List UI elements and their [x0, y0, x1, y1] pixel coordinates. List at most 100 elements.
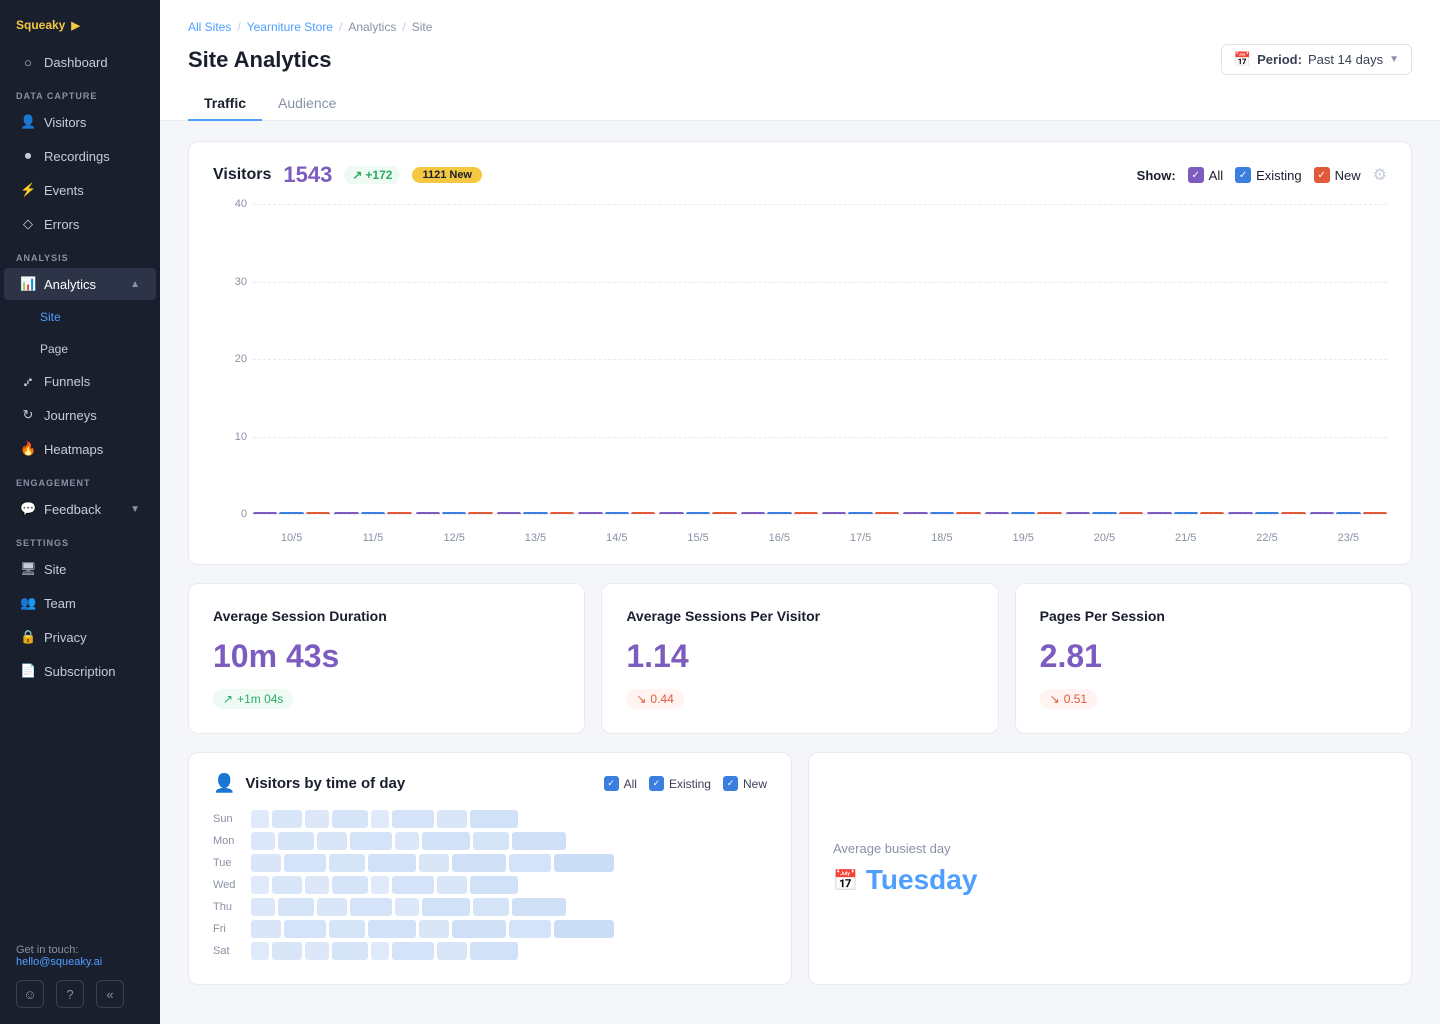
sidebar-item-analytics[interactable]: 📊 Analytics ▲ [4, 268, 156, 300]
funnels-icon: ⑇ [20, 374, 36, 389]
purple-bar [334, 512, 358, 514]
bottom-card-title-area: 👤 Visitors by time of day [213, 773, 405, 794]
metric-card-session-duration: Average Session Duration 10m 43s ↗ +1m 0… [188, 583, 585, 734]
sidebar-item-label: Events [44, 183, 84, 198]
chart-area: 403020100 10/511/512/513/514/515/516/517… [213, 204, 1387, 544]
sidebar-item-label: Heatmaps [44, 442, 103, 457]
tab-audience[interactable]: Audience [262, 87, 352, 121]
sidebar-item-errors[interactable]: ◇ Errors [4, 208, 156, 240]
sidebar-item-site-settings[interactable]: 🖥 Site [4, 553, 156, 585]
sidebar-item-site[interactable]: Site [4, 302, 156, 332]
sidebar-item-recordings[interactable]: ⏺ Recordings [4, 140, 156, 172]
new-visitors-badge: 1121 New [412, 167, 482, 183]
breadcrumb-all-sites[interactable]: All Sites [188, 20, 231, 34]
day-mini-bar [251, 942, 269, 960]
blue-bar [361, 512, 385, 514]
support-email[interactable]: hello@squeaky.ai [16, 956, 102, 968]
delta-arrow-icon: ↗ [223, 692, 233, 706]
day-mini-bar [251, 810, 269, 828]
page-header: Site Analytics 📅 Period: Past 14 days ▼ [188, 44, 1412, 75]
bottom-check-existing[interactable]: ✓ Existing [649, 776, 711, 791]
day-row: Sun [213, 810, 767, 828]
metric-row: Average Session Duration 10m 43s ↗ +1m 0… [188, 583, 1412, 734]
day-mini-bar [272, 810, 302, 828]
sidebar-item-journeys[interactable]: ↻ Journeys [4, 399, 156, 431]
sidebar-item-page[interactable]: Page [4, 334, 156, 364]
day-mini-bar [371, 810, 389, 828]
blue-bar [767, 512, 791, 514]
sidebar-item-events[interactable]: ⚡ Events [4, 174, 156, 206]
day-mini-bar [284, 920, 326, 938]
delta-arrow-icon: ↘ [636, 692, 646, 706]
day-mini-bars [251, 920, 767, 938]
x-axis-label: 20/5 [1066, 532, 1143, 544]
visitors-delta: ↗ +172 [344, 166, 400, 184]
day-mini-bar [395, 898, 419, 916]
breadcrumb: All Sites / Yearniture Store / Analytics… [188, 20, 1412, 34]
breadcrumb-site-name[interactable]: Yearniture Store [247, 20, 333, 34]
visitors-by-time-title: Visitors by time of day [245, 775, 405, 792]
sidebar-item-dashboard[interactable]: ○ Dashboard [4, 47, 156, 78]
day-mini-bar [329, 920, 365, 938]
get-in-touch-text: Get in touch: [16, 944, 78, 956]
day-mini-bar [452, 920, 506, 938]
purple-bar [985, 512, 1009, 514]
purple-bar [497, 512, 521, 514]
bottom-check-row: ✓ All ✓ Existing ✓ New [604, 776, 767, 791]
day-mini-bar [422, 898, 470, 916]
bar-group [253, 512, 330, 514]
sidebar-item-privacy[interactable]: 🔒 Privacy [4, 621, 156, 653]
blue-bar [848, 512, 872, 514]
x-axis-label: 22/5 [1228, 532, 1305, 544]
sidebar-item-funnels[interactable]: ⑇ Funnels [4, 366, 156, 397]
help-icon-btn[interactable]: ? [56, 980, 84, 1008]
blue-bar [1255, 512, 1279, 514]
errors-icon: ◇ [20, 216, 36, 232]
day-mini-bar [392, 810, 434, 828]
purple-bar [822, 512, 846, 514]
logo-text: Squeaky [16, 18, 65, 32]
day-mini-bar [305, 942, 329, 960]
day-mini-bar [473, 898, 509, 916]
smiley-icon-btn[interactable]: ☺ [16, 980, 44, 1008]
bottom-check-all[interactable]: ✓ All [604, 776, 637, 791]
sidebar-item-team[interactable]: 👥 Team [4, 587, 156, 619]
check-all[interactable]: ✓ All [1188, 167, 1223, 183]
sidebar-item-subscription[interactable]: 📄 Subscription [4, 655, 156, 687]
x-axis-label: 23/5 [1310, 532, 1387, 544]
check-new[interactable]: ✓ New [1314, 167, 1361, 183]
day-mini-bar [251, 854, 281, 872]
day-mini-bar [350, 898, 392, 916]
bottom-card-header: 👤 Visitors by time of day ✓ All ✓ Existi… [213, 773, 767, 794]
heatmaps-icon: 🔥 [20, 441, 36, 457]
sidebar-item-label: Privacy [44, 630, 87, 645]
blue-bar [523, 512, 547, 514]
orange-bar [1200, 512, 1224, 514]
collapse-icon-btn[interactable]: « [96, 980, 124, 1008]
day-mini-bar [512, 898, 566, 916]
metric-card-pages-per-session: Pages Per Session 2.81 ↘ 0.51 [1015, 583, 1412, 734]
chevron-up-icon: ▲ [130, 279, 140, 290]
calendar-icon: 📅 [1234, 51, 1251, 68]
day-row: Tue [213, 854, 767, 872]
orange-bar [387, 512, 411, 514]
sidebar-item-feedback[interactable]: 💬 Feedback ▼ [4, 493, 156, 525]
day-mini-bar [554, 920, 614, 938]
sidebar-item-label: Site [44, 562, 66, 577]
chart-settings-icon[interactable]: ⚙ [1373, 165, 1387, 185]
day-label: Sun [213, 813, 243, 825]
sidebar-item-heatmaps[interactable]: 🔥 Heatmaps [4, 433, 156, 465]
metric-delta: ↘ 0.51 [1040, 689, 1097, 709]
day-mini-bar [272, 942, 302, 960]
period-selector[interactable]: 📅 Period: Past 14 days ▼ [1221, 44, 1412, 75]
sidebar-item-label: Dashboard [44, 55, 108, 70]
bar-group [985, 512, 1062, 514]
sidebar-item-visitors[interactable]: 👤 Visitors [4, 106, 156, 138]
bottom-check-new[interactable]: ✓ New [723, 776, 767, 791]
tab-traffic[interactable]: Traffic [188, 87, 262, 121]
day-label: Fri [213, 923, 243, 935]
orange-bar [306, 512, 330, 514]
x-axis-label: 15/5 [659, 532, 736, 544]
check-existing[interactable]: ✓ Existing [1235, 167, 1302, 183]
day-mini-bar [437, 876, 467, 894]
